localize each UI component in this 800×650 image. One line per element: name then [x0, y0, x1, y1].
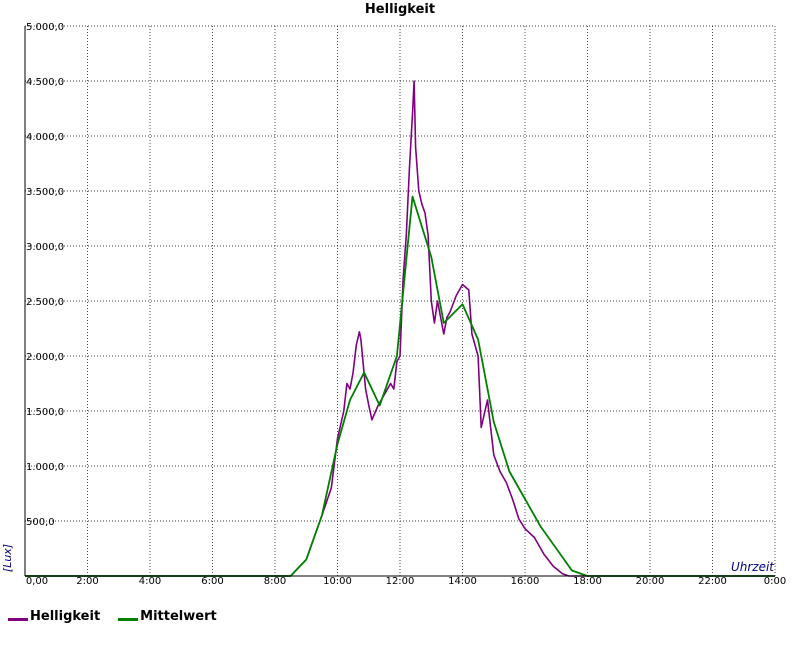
- y-axis-label: [Lux]: [1, 544, 14, 572]
- x-tick-label: 22:00: [698, 576, 727, 587]
- legend-swatch-helligkeit: [8, 617, 28, 621]
- x-tick-label: 6:00: [201, 576, 223, 587]
- y-tick-label: 2.500,0: [26, 297, 64, 308]
- x-tick-label: 14:00: [448, 576, 477, 587]
- y-tick-label: 4.000,0: [26, 132, 64, 143]
- x-tick-label: 10:00: [323, 576, 352, 587]
- legend-item-helligkeit: Helligkeit: [8, 609, 100, 624]
- y-tick-label: 1.000,0: [26, 462, 64, 473]
- x-tick-label: 4:00: [139, 576, 161, 587]
- legend-swatch-mittelwert: [118, 617, 139, 621]
- legend-item-mittelwert: Mittelwert: [118, 609, 217, 624]
- chart-title: Helligkeit: [365, 2, 435, 17]
- y-tick-label: 5.000,0: [26, 22, 64, 33]
- legend-label-helligkeit: Helligkeit: [30, 608, 101, 624]
- x-tick-label: 20:00: [636, 576, 665, 587]
- legend-label-mittelwert: Mittelwert: [140, 608, 217, 624]
- y-tick-label: 3.500,0: [26, 187, 64, 198]
- x-tick-labels: 0,00 2:00 4:00 6:00 8:00 10:00 12:00 14:00 16:00…: [26, 576, 786, 587]
- y-tick-label: 3.000,0: [26, 242, 64, 253]
- y-tick-label: 500,0: [26, 517, 55, 528]
- y-tick-label: 4.500,0: [26, 77, 64, 88]
- x-axis-label: Uhrzeit: [731, 560, 775, 574]
- x-tick-label: 18:00: [573, 576, 602, 587]
- y-tick-labels: 500,0 1.000,0 1.500,0 2.000,0 2.500,0 3.000,0…: [26, 22, 64, 528]
- y-tick-label: 1.500,0: [26, 407, 64, 418]
- x-tick-label: 16:00: [511, 576, 540, 587]
- x-tick-label: 0,00: [26, 576, 48, 587]
- y-tick-label: 2.000,0: [26, 352, 64, 363]
- chart: Helligkeit 500,0 1.000,0 1.500,0 2.000,0 2.5…: [1, 2, 786, 587]
- x-tick-label: 0:00: [764, 576, 786, 587]
- x-tick-label: 8:00: [264, 576, 286, 587]
- legend: Helligkeit Mittelwert: [8, 606, 235, 626]
- x-tick-label: 12:00: [386, 576, 415, 587]
- gridlines: [25, 25, 776, 576]
- x-tick-label: 2:00: [76, 576, 98, 587]
